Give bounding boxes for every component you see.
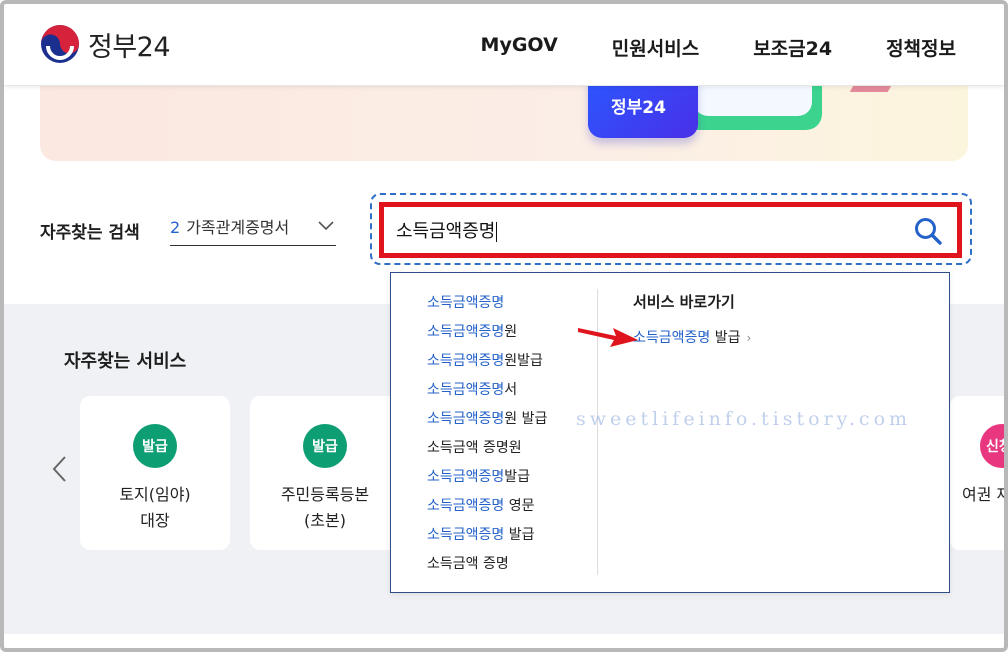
taegeuk-logo-icon bbox=[41, 25, 79, 63]
main-nav: MyGOV 민원서비스 보조금24 정책정보 bbox=[481, 34, 956, 61]
banner-card-text: 정부24 bbox=[611, 98, 666, 118]
autocomplete-dropdown: 소득금액증명 소득금액증명원 소득금액증명원발급 소득금액증명서 소득금액증명원… bbox=[390, 272, 950, 593]
service-name-line1: 토지(임야) bbox=[119, 485, 191, 504]
chevron-right-icon: › bbox=[746, 331, 752, 345]
service-shortcut-link[interactable]: 소득금액증명 발급 › bbox=[633, 327, 751, 347]
nav-subsidy24[interactable]: 보조금24 bbox=[753, 34, 832, 61]
browser-frame: 정부24 정부24 MyGOV 민원서비스 보조금24 정책정보 자주찾는 검색… bbox=[0, 0, 1008, 652]
service-name: 토지(임야) 대장 bbox=[80, 482, 230, 534]
service-name-line2: (초본) bbox=[304, 511, 346, 530]
page-bottom bbox=[4, 634, 1004, 648]
service-card-partial[interactable]: 신청 여권 재 bbox=[950, 396, 1008, 550]
search-box[interactable]: 소득금액증명 bbox=[379, 202, 962, 258]
suggestion-item[interactable]: 소득금액증명 영문 bbox=[427, 495, 535, 515]
red-pointer-arrow-icon bbox=[578, 328, 638, 347]
service-shortcut-title: 서비스 바로가기 bbox=[633, 293, 735, 311]
service-badge: 발급 bbox=[133, 424, 177, 468]
logo-text: 정부24 bbox=[88, 31, 171, 63]
chevron-left-icon[interactable] bbox=[48, 454, 70, 484]
suggestion-item[interactable]: 소득금액증명원 bbox=[427, 321, 517, 341]
nav-mygov[interactable]: MyGOV bbox=[481, 34, 558, 61]
suggestion-item[interactable]: 소득금액증명 bbox=[427, 292, 504, 312]
nav-policy-info[interactable]: 정책정보 bbox=[886, 34, 956, 61]
chevron-down-icon bbox=[318, 221, 334, 231]
suggestion-item[interactable]: 소득금액증명발급 bbox=[427, 466, 530, 486]
service-card[interactable]: 발급 토지(임야) 대장 bbox=[80, 396, 230, 550]
service-badge: 발급 bbox=[303, 424, 347, 468]
frequent-search-select[interactable]: 2 가족관계증명서 bbox=[170, 214, 336, 246]
suggestion-item[interactable]: 소득금액증명원 발급 bbox=[427, 408, 547, 428]
site-header: 정부24 MyGOV 민원서비스 보조금24 정책정보 bbox=[4, 4, 1004, 86]
search-icon[interactable] bbox=[913, 216, 943, 246]
frequent-search-rank: 2 bbox=[170, 218, 181, 237]
frequent-services-title: 자주찾는 서비스 bbox=[64, 351, 187, 372]
frequent-search-text: 가족관계증명서 bbox=[186, 218, 290, 237]
search-input-value: 소득금액증명 bbox=[396, 221, 496, 242]
service-name-partial: 여권 재 bbox=[962, 485, 1008, 504]
service-name: 주민등록등본 (초본) bbox=[250, 482, 400, 534]
service-badge-partial: 신청 bbox=[980, 424, 1004, 468]
suggestion-item[interactable]: 소득금액증명서 bbox=[427, 379, 517, 399]
suggestion-item[interactable]: 소득금액 증명원 bbox=[427, 437, 522, 457]
frequent-search-label: 자주찾는 검색 bbox=[40, 223, 140, 243]
suggestion-item[interactable]: 소득금액증명 발급 bbox=[427, 524, 535, 544]
watermark: sweetlifeinfo.tistory.com bbox=[576, 408, 912, 430]
site-logo[interactable]: 정부24 bbox=[40, 24, 171, 64]
nav-civil-services[interactable]: 민원서비스 bbox=[612, 34, 699, 61]
suggestion-item[interactable]: 소득금액증명원발급 bbox=[427, 350, 543, 370]
service-card[interactable]: 발급 주민등록등본 (초본) bbox=[250, 396, 400, 550]
text-caret bbox=[496, 222, 498, 242]
service-name-line1: 주민등록등본 bbox=[280, 485, 370, 504]
service-name-line2: 대장 bbox=[140, 511, 170, 530]
suggestion-item[interactable]: 소득금액 증명 bbox=[427, 553, 509, 573]
search-input[interactable]: 소득금액증명 bbox=[396, 217, 896, 243]
